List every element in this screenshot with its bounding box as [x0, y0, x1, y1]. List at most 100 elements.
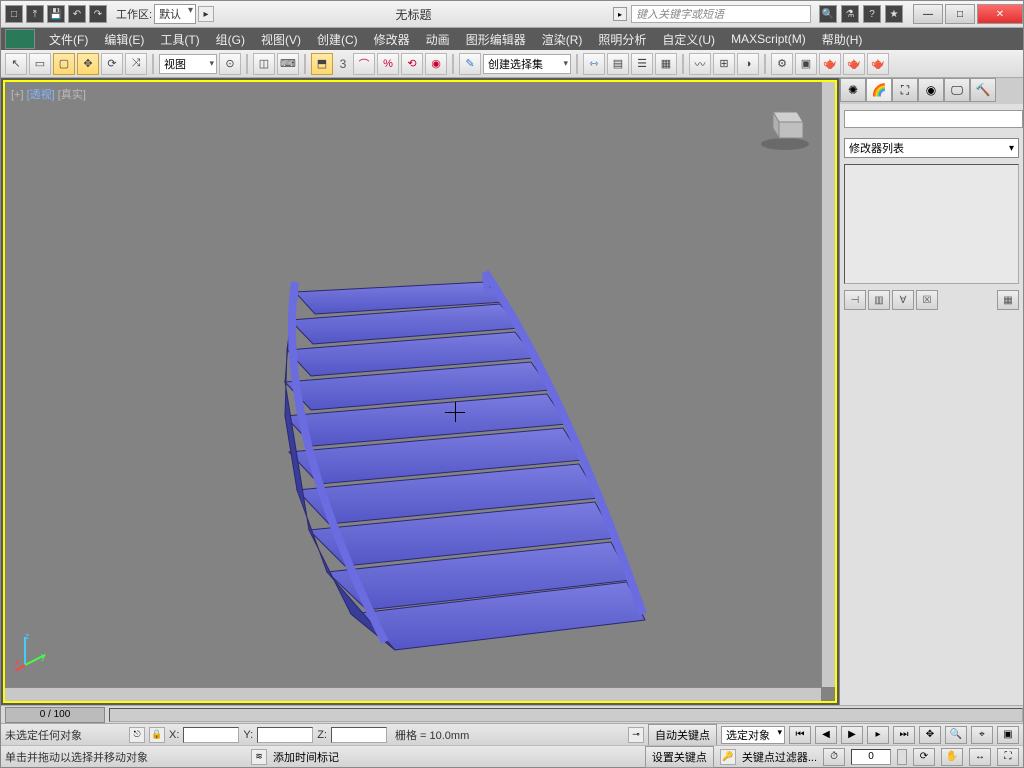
menu-views[interactable]: 视图(V): [253, 29, 309, 50]
menu-rendering[interactable]: 渲染(R): [534, 29, 591, 50]
menu-animation[interactable]: 动画: [418, 29, 458, 50]
make-unique-icon[interactable]: ∀: [892, 290, 914, 310]
nav-maximize-icon[interactable]: ⛶: [997, 748, 1019, 766]
modify-tab-icon[interactable]: 🌈: [866, 78, 892, 102]
menu-file[interactable]: 文件(F): [41, 29, 96, 50]
timeline[interactable]: 0 / 100: [1, 705, 1023, 723]
play-icon[interactable]: ▶: [841, 726, 863, 744]
search-icon[interactable]: 🔍: [819, 5, 837, 23]
script-listener-icon[interactable]: ≋: [251, 749, 267, 765]
menu-grapheditors[interactable]: 图形编辑器: [458, 29, 534, 50]
ws-prev-icon[interactable]: ▸: [198, 6, 214, 22]
maximize-button[interactable]: □: [945, 4, 975, 24]
key-filters-button[interactable]: 关键点过滤器...: [742, 749, 817, 765]
hierarchy-tab-icon[interactable]: ⛶: [892, 78, 918, 102]
autokey-button[interactable]: 自动关键点: [648, 724, 717, 746]
key-mode-icon[interactable]: ⊸: [628, 727, 644, 743]
render-prod-icon[interactable]: 🫖: [819, 53, 841, 75]
open-icon[interactable]: ⤒: [26, 5, 44, 23]
select-object-icon[interactable]: ↖: [5, 53, 27, 75]
create-tab-icon[interactable]: ✺: [840, 78, 866, 102]
select-scale-icon[interactable]: ⤨: [125, 53, 147, 75]
minimize-button[interactable]: —: [913, 4, 943, 24]
schematic-view-icon[interactable]: ⊞: [713, 53, 735, 75]
modifier-stack[interactable]: [844, 164, 1019, 284]
app-logo-icon[interactable]: [5, 29, 35, 49]
search-input[interactable]: 键入关键字或短语: [631, 5, 811, 23]
nav-pan-icon[interactable]: ✥: [919, 726, 941, 744]
show-end-icon[interactable]: ▥: [868, 290, 890, 310]
time-track[interactable]: [109, 708, 1023, 722]
frame-spinner[interactable]: [897, 749, 907, 765]
close-button[interactable]: ✕: [977, 4, 1023, 24]
named-sel-edit-icon[interactable]: ✎: [459, 53, 481, 75]
object-name-input[interactable]: [844, 110, 1023, 128]
title-arrow-icon[interactable]: ▸: [613, 7, 627, 21]
configure-sets-icon[interactable]: ▦: [997, 290, 1019, 310]
selection-lock-icon[interactable]: ⎋: [129, 727, 145, 743]
curve-editor-icon[interactable]: 〰: [689, 53, 711, 75]
select-window-icon[interactable]: ▢: [53, 53, 75, 75]
menu-create[interactable]: 创建(C): [309, 29, 366, 50]
lock-icon[interactable]: 🔒: [149, 727, 165, 743]
select-move-icon[interactable]: ✥: [77, 53, 99, 75]
y-input[interactable]: [257, 727, 313, 743]
align-icon[interactable]: ▤: [607, 53, 629, 75]
nav-dolly-icon[interactable]: ↔: [969, 748, 991, 766]
new-icon[interactable]: □: [5, 5, 23, 23]
edged-faces-icon[interactable]: ◉: [425, 53, 447, 75]
named-selection-dropdown[interactable]: 创建选择集: [483, 54, 571, 74]
select-rect-icon[interactable]: ▭: [29, 53, 51, 75]
setkey-button[interactable]: 设置关键点: [645, 746, 714, 768]
select-manip-icon[interactable]: ◫: [253, 53, 275, 75]
menu-help[interactable]: 帮助(H): [814, 29, 871, 50]
viewport-vscroll[interactable]: [821, 82, 835, 687]
angle-snap-icon[interactable]: ⌒: [353, 53, 375, 75]
graphite-icon[interactable]: ▦: [655, 53, 677, 75]
keyboard-shortcut-icon[interactable]: ⌨: [277, 53, 299, 75]
render-frame-icon[interactable]: ▣: [795, 53, 817, 75]
motion-tab-icon[interactable]: ◉: [918, 78, 944, 102]
time-slider[interactable]: 0 / 100: [5, 707, 105, 723]
time-tag-label[interactable]: 添加时间标记: [273, 749, 339, 765]
material-editor-icon[interactable]: ◑: [737, 53, 759, 75]
next-frame-icon[interactable]: ▸: [867, 726, 889, 744]
menu-customize[interactable]: 自定义(U): [654, 29, 723, 50]
redo-icon[interactable]: ↷: [89, 5, 107, 23]
menu-edit[interactable]: 编辑(E): [96, 29, 152, 50]
remove-mod-icon[interactable]: ☒: [916, 290, 938, 310]
layers-icon[interactable]: ☰: [631, 53, 653, 75]
goto-end-icon[interactable]: ⏭: [893, 726, 915, 744]
viewport-label[interactable]: [+] [透视] [真实]: [11, 86, 86, 102]
percent-snap-icon[interactable]: %: [377, 53, 399, 75]
viewcube-icon[interactable]: [755, 94, 815, 154]
goto-start-icon[interactable]: ⏮: [789, 726, 811, 744]
menu-group[interactable]: 组(G): [208, 29, 253, 50]
nav-extents-icon[interactable]: ▣: [997, 726, 1019, 744]
prev-frame-icon[interactable]: ◀: [815, 726, 837, 744]
current-frame-input[interactable]: 0: [851, 749, 891, 765]
nav-walk-icon[interactable]: ✋: [941, 748, 963, 766]
select-rotate-icon[interactable]: ⟳: [101, 53, 123, 75]
undo-icon[interactable]: ↶: [68, 5, 86, 23]
nav-zoom-icon[interactable]: 🔍: [945, 726, 967, 744]
mirror-icon[interactable]: ⇿: [583, 53, 605, 75]
snap-toggle-icon[interactable]: ⬒: [311, 53, 333, 75]
x-input[interactable]: [183, 727, 239, 743]
key-target-dropdown[interactable]: 选定对象: [721, 726, 785, 744]
pin-stack-icon[interactable]: ⊣: [844, 290, 866, 310]
menu-maxscript[interactable]: MAXScript(M): [723, 30, 814, 48]
perspective-viewport[interactable]: [+] [透视] [真实]: [3, 80, 837, 703]
key-filter-icon[interactable]: 🔑: [720, 749, 736, 765]
nav-orbit-icon[interactable]: ⟳: [913, 748, 935, 766]
viewport-hscroll[interactable]: [5, 687, 821, 701]
help-icon[interactable]: ?: [863, 5, 881, 23]
spinner-snap-icon[interactable]: ⟲: [401, 53, 423, 75]
z-input[interactable]: [331, 727, 387, 743]
nav-fov-icon[interactable]: ⌖: [971, 726, 993, 744]
ref-coord-dropdown[interactable]: 视图: [159, 54, 217, 74]
render-setup-icon[interactable]: ⚙: [771, 53, 793, 75]
menu-modifiers[interactable]: 修改器: [366, 29, 418, 50]
use-center-icon[interactable]: ⊙: [219, 53, 241, 75]
workspace-dropdown[interactable]: 默认: [154, 4, 196, 24]
